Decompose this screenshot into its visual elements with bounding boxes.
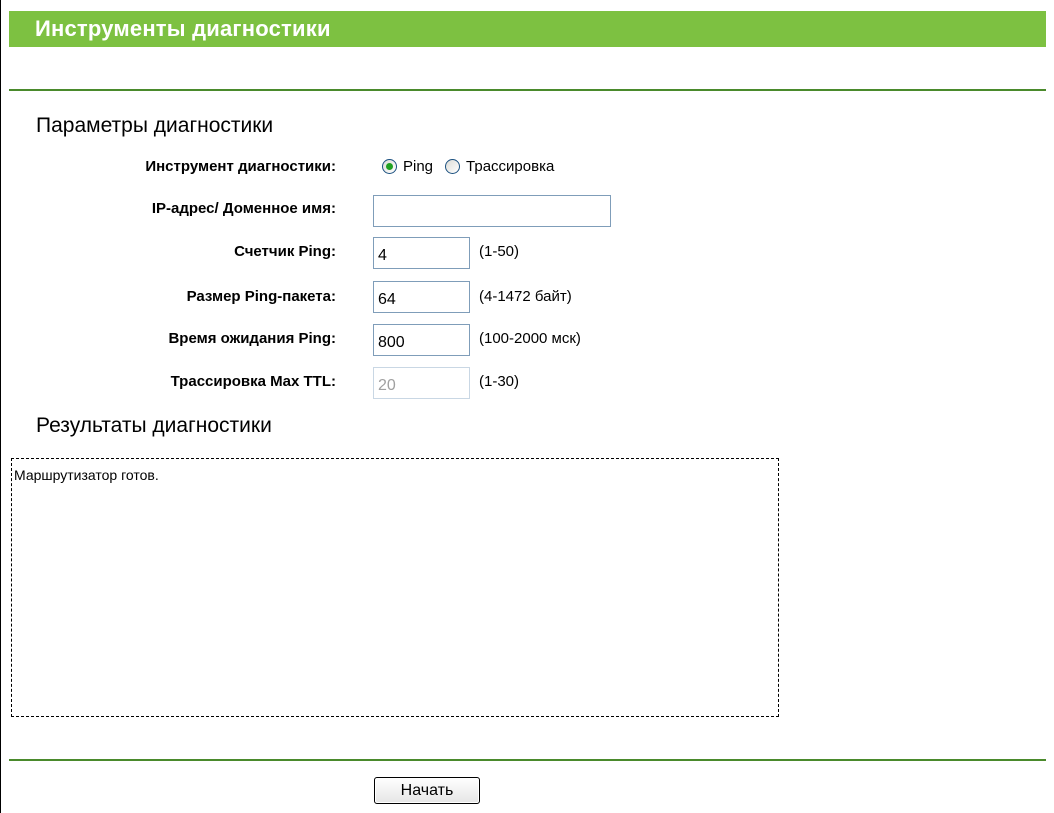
top-divider	[9, 89, 1046, 91]
start-button[interactable]: Начать	[374, 777, 480, 804]
results-heading: Результаты диагностики	[36, 414, 272, 437]
ping-radio-label[interactable]: Ping	[403, 158, 433, 175]
ping-count-input[interactable]	[373, 237, 470, 269]
params-heading: Параметры диагностики	[36, 114, 274, 137]
max-ttl-input[interactable]	[373, 367, 470, 399]
ping-size-input[interactable]	[373, 281, 470, 313]
results-output: Маршрутизатор готов.	[11, 458, 779, 717]
ping-timeout-input[interactable]	[373, 324, 470, 356]
max-ttl-label: Трассировка Max TTL:	[170, 373, 336, 390]
ip-label: IP-адрес/ Доменное имя:	[151, 200, 336, 217]
traceroute-radio-label[interactable]: Трассировка	[466, 158, 554, 175]
traceroute-radio[interactable]	[445, 159, 461, 174]
ping-size-hint: (4-1472 байт)	[479, 288, 572, 305]
ping-radio[interactable]	[382, 159, 397, 174]
tool-label: Инструмент диагностики:	[145, 158, 336, 175]
ping-count-label: Счетчик Ping:	[234, 243, 336, 260]
title-bar: Инструменты диагностики	[9, 11, 1046, 47]
diagnostic-page: Инструменты диагностики Параметры диагно…	[0, 0, 1054, 813]
ping-size-label: Размер Ping-пакета:	[186, 288, 336, 305]
page-title: Инструменты диагностики	[35, 16, 331, 41]
bottom-divider	[9, 759, 1046, 761]
ping-count-hint: (1-50)	[479, 243, 520, 260]
tool-radio-group: Ping Трассировка	[382, 158, 566, 175]
ping-timeout-label: Время ожидания Ping:	[168, 330, 336, 347]
results-text: Маршрутизатор готов.	[14, 467, 159, 483]
max-ttl-hint: (1-30)	[479, 373, 520, 390]
ip-address-input[interactable]	[373, 195, 611, 227]
ping-timeout-hint: (100-2000 мск)	[479, 330, 581, 347]
